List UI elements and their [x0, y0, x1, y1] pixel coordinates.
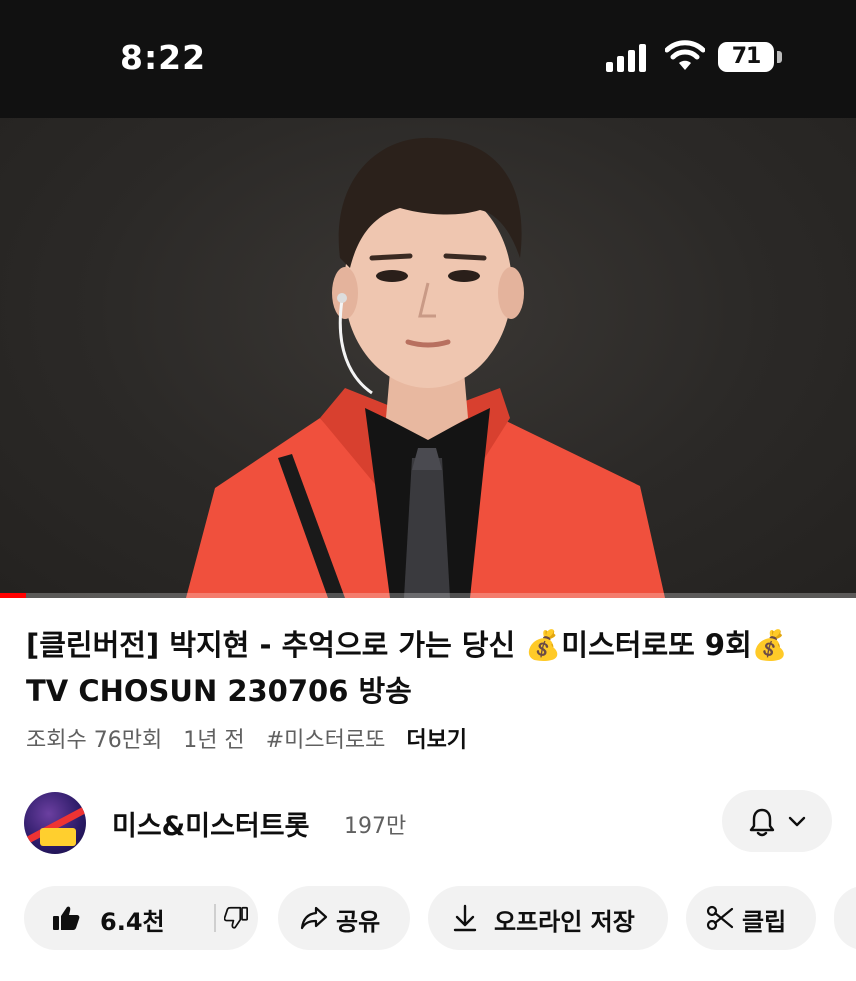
- share-button[interactable]: 공유: [278, 886, 410, 950]
- wifi-icon: [665, 40, 705, 70]
- avatar-tag: [40, 828, 76, 846]
- download-icon: [453, 904, 477, 932]
- thumbs-down-icon[interactable]: [224, 906, 248, 930]
- channel-name[interactable]: 미스&미스터트롯: [112, 804, 309, 843]
- video-title[interactable]: [클린버전] 박지현 - 추억으로 가는 당신 💰미스터로또 9회💰 TV CH…: [26, 622, 836, 714]
- video-meta[interactable]: 조회수 76만회 1년 전 #미스터로또 더보기: [26, 722, 481, 754]
- notification-bell-button[interactable]: [722, 790, 832, 852]
- video-progress-fill: [0, 593, 26, 598]
- cellular-signal-icon: [606, 44, 650, 72]
- share-label: 공유: [336, 908, 381, 936]
- status-time: 8:22: [120, 38, 207, 77]
- channel-row: 미스&미스터트롯 197만: [0, 788, 856, 858]
- video-player[interactable]: [0, 118, 856, 598]
- thumbs-up-icon[interactable]: [52, 905, 80, 931]
- channel-avatar[interactable]: [24, 792, 86, 854]
- chevron-down-icon: [788, 816, 806, 827]
- like-divider: [214, 904, 216, 932]
- battery-icon: 71: [718, 42, 774, 72]
- action-bar: 6.4천 공유 오프라인 저장 클립: [0, 886, 856, 950]
- clip-button[interactable]: 클립: [686, 886, 816, 950]
- status-bar: 8:22 71: [0, 0, 856, 118]
- like-count: 6.4천: [100, 908, 165, 936]
- download-label: 오프라인 저장: [494, 908, 635, 936]
- view-count: 조회수 76만회: [26, 728, 163, 753]
- video-progress-bar[interactable]: [0, 593, 856, 598]
- like-dislike-button[interactable]: 6.4천: [24, 886, 258, 950]
- scissors-icon: [706, 905, 734, 931]
- subscriber-count: 197만: [344, 814, 407, 839]
- share-icon: [300, 906, 328, 930]
- battery-cap: [777, 51, 782, 63]
- video-frame: [186, 137, 665, 598]
- upload-age: 1년 전: [183, 728, 245, 753]
- more-button[interactable]: 더보기: [406, 728, 467, 753]
- more-actions-button[interactable]: [834, 886, 856, 950]
- clip-label: 클립: [742, 908, 787, 936]
- download-button[interactable]: 오프라인 저장: [428, 886, 668, 950]
- hashtag-link[interactable]: #미스터로또: [266, 728, 386, 753]
- bell-icon: [749, 808, 775, 837]
